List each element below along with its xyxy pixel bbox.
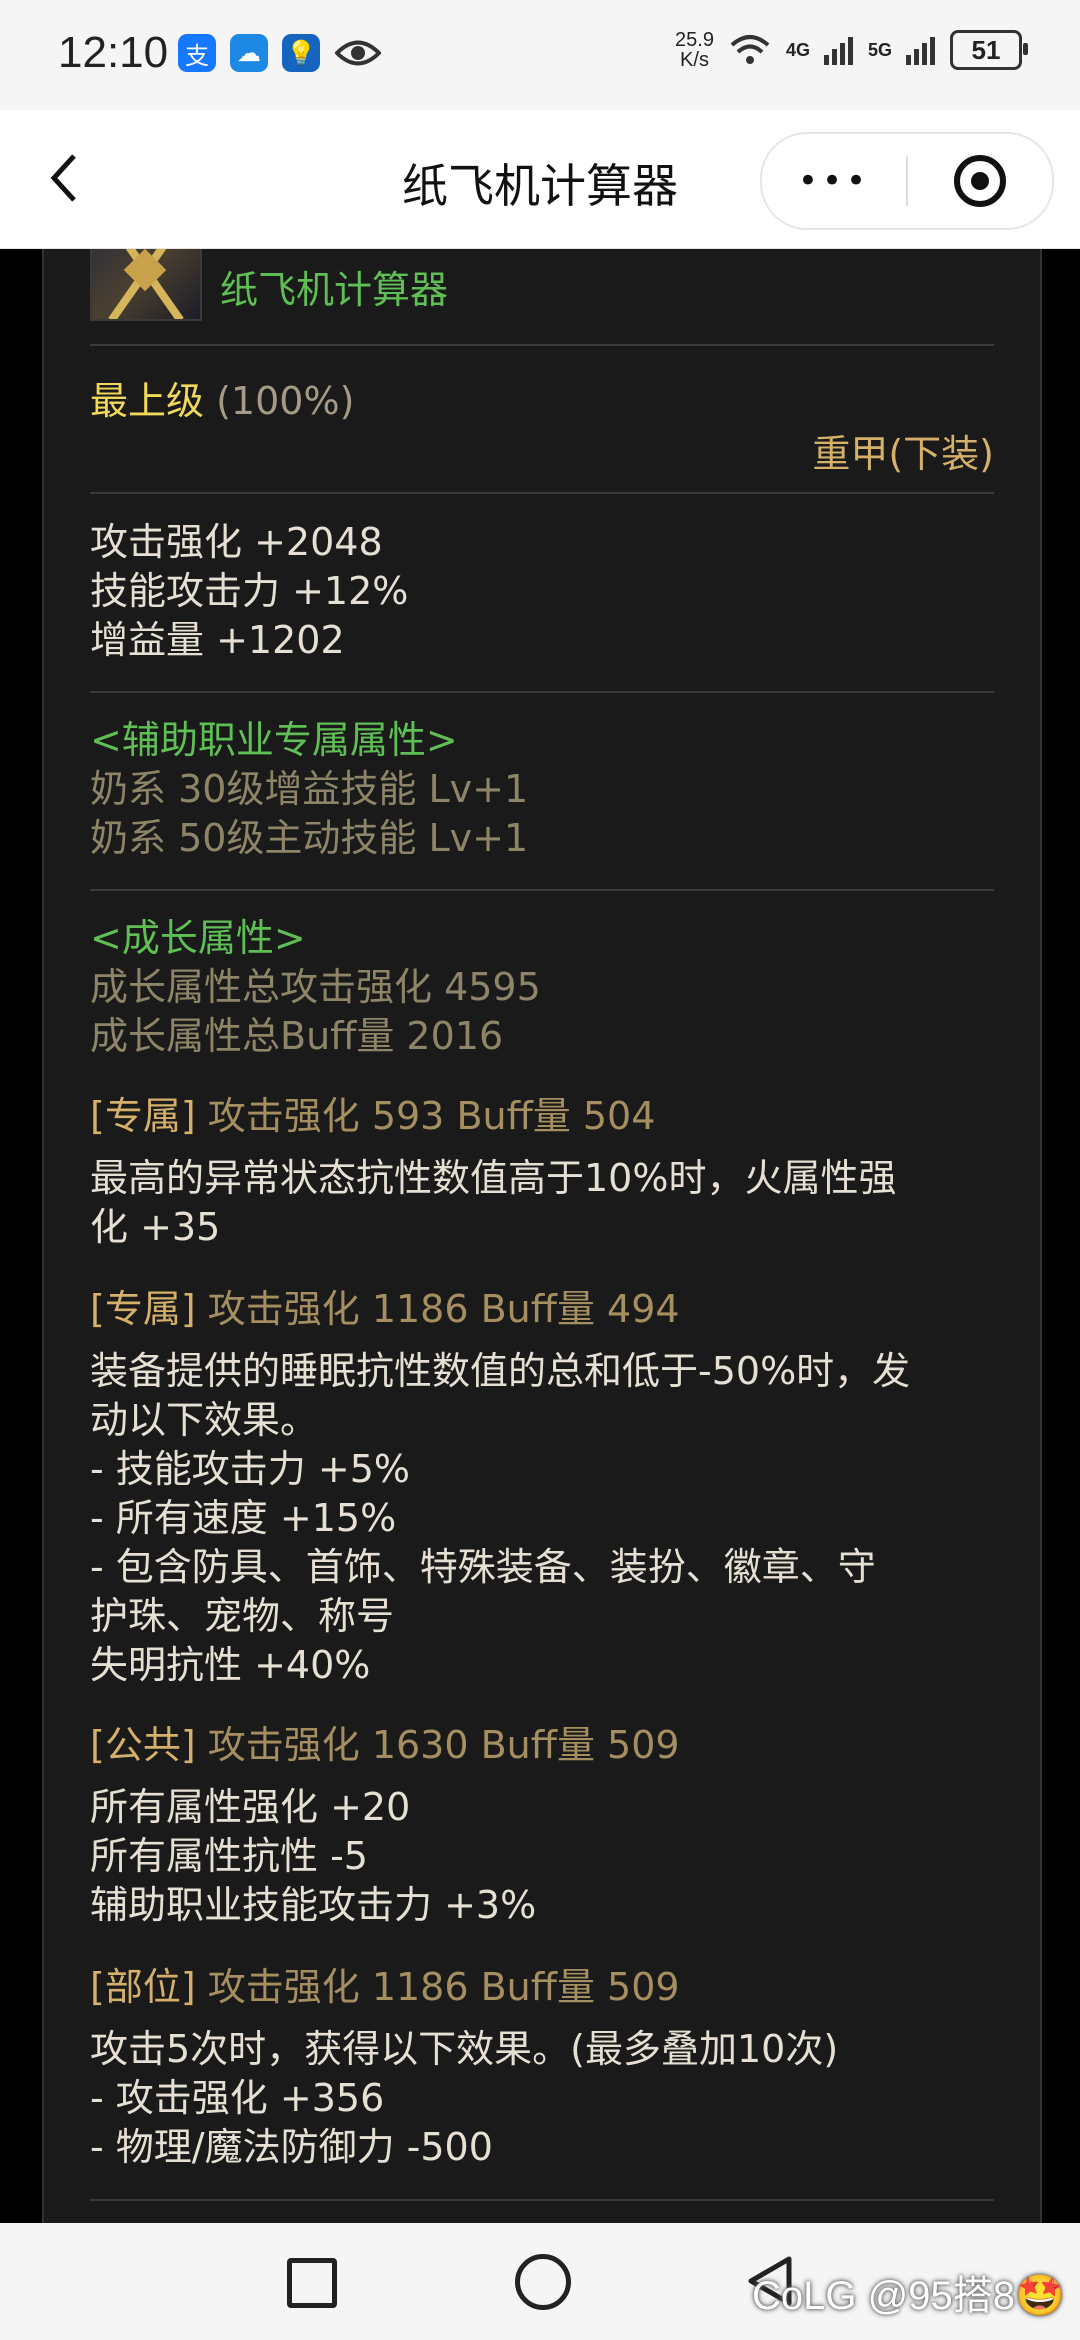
item-source-label: 纸飞机计算器 [220, 268, 449, 312]
watermark: CoLG @95搭8🤩 [752, 2274, 1065, 2318]
item-type: 重甲(下装) [812, 432, 994, 476]
divider [90, 889, 994, 891]
divider [90, 691, 994, 693]
option-stats: 攻击强化 1186 Buff量 509 [207, 1965, 680, 2009]
grade-label: 最上级 [90, 379, 205, 423]
weather-icon: ☁ [230, 34, 268, 72]
growth-option-header: [专属] 攻击强化 593 Buff量 504 [90, 1092, 655, 1141]
status-indicators: 25.9 K/s 4G 5G 51 [675, 30, 1028, 70]
eye-icon [334, 34, 382, 72]
option-tag: [专属] [90, 1287, 196, 1331]
system-nav-bar: CoLG @95搭8🤩 [0, 2223, 1080, 2340]
bulb-icon: 💡 [282, 34, 320, 72]
target-close-icon [954, 155, 1006, 207]
network-4g-label: 4G [785, 39, 810, 60]
battery-indicator: 51 [950, 30, 1028, 70]
status-bar: 12:10 支 ☁ 💡 25.9 K/s 4G 5G 51 [0, 0, 1080, 110]
status-time: 12:10 [58, 28, 169, 77]
speed-unit: K/s [680, 49, 709, 71]
signal-icon-2 [906, 37, 935, 65]
support-line: 奶系 50级主动技能 Lv+1 [90, 816, 529, 860]
support-line: 奶系 30级增益技能 Lv+1 [90, 767, 529, 811]
growth-total-attack: 成长属性总攻击强化 4595 [90, 965, 541, 1009]
option-stats: 攻击强化 1186 Buff量 494 [207, 1287, 680, 1331]
more-options-button[interactable]: ••• [762, 134, 906, 228]
option-stats: 攻击强化 593 Buff量 504 [207, 1094, 656, 1138]
growth-option-header: [专属] 攻击强化 1186 Buff量 494 [90, 1285, 680, 1334]
option-desc: 最高的异常状态抗性数值高于10%时，火属性强 化 +35 [90, 1156, 897, 1249]
miniprogram-capsule: ••• [760, 132, 1054, 230]
growth-total-buff: 成长属性总Buff量 2016 [90, 1014, 504, 1058]
option-desc: 装备提供的睡眠抗性数值的总和低于-50%时，发 动以下效果。 - 技能攻击力 +… [90, 1349, 911, 1687]
item-image [90, 249, 202, 321]
divider [90, 2199, 994, 2201]
status-app-icons: 支 ☁ 💡 [178, 34, 382, 72]
network-5g-label: 5G [867, 39, 892, 60]
recents-button[interactable] [287, 2258, 337, 2308]
option-tag: [部位] [90, 1965, 196, 2009]
grade-percent: (100%) [216, 379, 355, 423]
item-tooltip-panel: 纸飞机计算器 最上级 (100%) 重甲(下装) 攻击强化 +2048 技能攻击… [42, 249, 1042, 2223]
divider [90, 344, 994, 346]
speed-value: 25.9 [675, 29, 714, 51]
network-speed: 25.9 K/s [675, 30, 714, 70]
growth-option-header: [部位] 攻击强化 1186 Buff量 509 [90, 1963, 680, 2012]
alipay-icon: 支 [178, 34, 216, 72]
option-tag: [公共] [90, 1723, 196, 1767]
scroll-content[interactable]: 纸飞机计算器 最上级 (100%) 重甲(下装) 攻击强化 +2048 技能攻击… [0, 249, 1080, 2223]
growth-option-header: [公共] 攻击强化 1630 Buff量 509 [90, 1721, 680, 1770]
base-stat: 增益量 +1202 [90, 618, 345, 662]
title-bar: 纸飞机计算器 ••• [0, 110, 1080, 249]
grade-line: 最上级 (100%) [90, 377, 994, 426]
option-tag: [专属] [90, 1094, 196, 1138]
option-stats: 攻击强化 1630 Buff量 509 [207, 1723, 680, 1767]
wifi-icon [730, 35, 770, 64]
support-header: <辅助职业专属属性> [90, 718, 458, 762]
growth-header: <成长属性> [90, 916, 306, 960]
close-miniprogram-button[interactable] [908, 134, 1052, 228]
home-button[interactable] [515, 2254, 571, 2310]
option-desc: 攻击5次时，获得以下效果。(最多叠加10次) - 攻击强化 +356 - 物理/… [90, 2027, 839, 2169]
option-desc: 所有属性强化 +20 所有属性抗性 -5 辅助职业技能攻击力 +3% [90, 1785, 537, 1927]
signal-icon-1 [823, 37, 853, 65]
divider [90, 492, 994, 494]
base-stat: 技能攻击力 +12% [90, 569, 409, 613]
base-stat: 攻击强化 +2048 [90, 520, 383, 564]
